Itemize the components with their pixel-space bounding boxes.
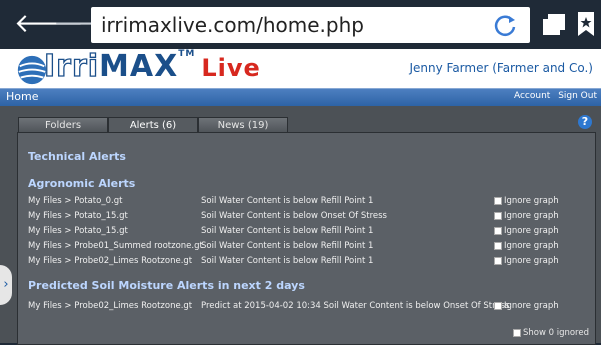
alert-row: My Files > Probe02_Limes Rootzone.gt Soi… bbox=[28, 256, 588, 270]
irrimax-live-logo: IrriMAXTM Live bbox=[43, 48, 261, 84]
ignore-graph-checkbox[interactable]: Ignore graph bbox=[494, 301, 559, 311]
agronomic-alerts-heading: Agronomic Alerts bbox=[28, 177, 136, 190]
alert-message: Soil Water Content is below Refill Point… bbox=[201, 196, 374, 206]
refresh-icon[interactable] bbox=[490, 10, 520, 40]
alert-file-link[interactable]: My Files > Probe01_Summed rootzone.gt bbox=[28, 241, 203, 251]
help-icon[interactable]: ? bbox=[578, 115, 592, 129]
alert-row: My Files > Potato_15.gt Soil Water Conte… bbox=[28, 226, 588, 240]
ignore-graph-label: Ignore graph bbox=[504, 241, 559, 251]
ignore-graph-checkbox[interactable]: Ignore graph bbox=[494, 196, 559, 206]
ignore-graph-checkbox[interactable]: Ignore graph bbox=[494, 241, 559, 251]
ignore-graph-checkbox[interactable]: Ignore graph bbox=[494, 256, 559, 266]
alert-row: My Files > Potato_15.gt Soil Water Conte… bbox=[28, 211, 588, 225]
ignore-graph-checkbox[interactable]: Ignore graph bbox=[494, 226, 559, 236]
alert-file-link[interactable]: My Files > Probe02_Limes Rootzone.gt bbox=[28, 301, 192, 311]
alert-row: My Files > Potato_0.gt Soil Water Conten… bbox=[28, 196, 588, 210]
technical-alerts-heading: Technical Alerts bbox=[28, 150, 126, 163]
alert-message: Soil Water Content is below Refill Point… bbox=[201, 256, 374, 266]
logo-live: Live bbox=[201, 54, 261, 82]
alert-row: My Files > Probe01_Summed rootzone.gt So… bbox=[28, 241, 588, 255]
home-link[interactable]: Home bbox=[6, 90, 38, 103]
alert-row: My Files > Probe02_Limes Rootzone.gt Pre… bbox=[28, 301, 588, 315]
alert-file-link[interactable]: My Files > Potato_0.gt bbox=[28, 196, 122, 206]
logo-max: MAX bbox=[99, 49, 179, 84]
back-arrow-icon[interactable]: 🡐 bbox=[14, 10, 84, 38]
account-link[interactable]: Account bbox=[514, 91, 550, 101]
alert-file-link[interactable]: My Files > Probe02_Limes Rootzone.gt bbox=[28, 256, 192, 266]
browser-toolbar: 🡐 🡒 irrimaxlive.com/home.php bbox=[0, 0, 601, 49]
address-bar[interactable]: irrimaxlive.com/home.php bbox=[91, 7, 530, 43]
bookmark-icon[interactable] bbox=[576, 10, 596, 38]
sign-out-link[interactable]: Sign Out bbox=[558, 91, 597, 101]
checkbox-icon[interactable] bbox=[494, 196, 502, 205]
ignore-graph-label: Ignore graph bbox=[504, 301, 559, 311]
user-name[interactable]: Jenny Farmer (Farmer and Co.) bbox=[409, 61, 593, 75]
side-drawer-chevron-icon[interactable]: › bbox=[0, 265, 12, 305]
menu-bar: Home Account Sign Out bbox=[0, 88, 601, 106]
tabs-icon[interactable] bbox=[540, 12, 568, 38]
show-ignored-label: Show 0 ignored bbox=[522, 328, 589, 338]
alerts-content: Technical Alerts Agronomic Alerts My Fil… bbox=[17, 132, 596, 345]
ignore-graph-label: Ignore graph bbox=[504, 226, 559, 236]
url-text[interactable]: irrimaxlive.com/home.php bbox=[101, 13, 364, 37]
forward-arrow-icon[interactable]: 🡒 bbox=[53, 10, 123, 38]
site-header: IrriMAXTM Live Jenny Farmer (Farmer and C… bbox=[0, 48, 601, 88]
alert-message: Predict at 2015-04-02 10:34 Soil Water C… bbox=[201, 301, 510, 311]
ignore-graph-checkbox[interactable]: Ignore graph bbox=[494, 211, 559, 221]
logo-irri: Irri bbox=[43, 48, 100, 84]
alert-message: Soil Water Content is below Refill Point… bbox=[201, 226, 374, 236]
show-ignored-checkbox[interactable]: Show 0 ignored bbox=[512, 328, 589, 338]
alert-message: Soil Water Content is below Onset Of Str… bbox=[201, 211, 387, 221]
predicted-alerts-heading: Predicted Soil Moisture Alerts in next 2… bbox=[28, 279, 305, 292]
ignore-graph-label: Ignore graph bbox=[504, 256, 559, 266]
alert-file-link[interactable]: My Files > Potato_15.gt bbox=[28, 211, 128, 221]
alert-file-link[interactable]: My Files > Potato_15.gt bbox=[28, 226, 128, 236]
checkbox-icon[interactable] bbox=[494, 226, 502, 235]
checkbox-icon[interactable] bbox=[494, 301, 502, 310]
checkbox-icon[interactable] bbox=[512, 328, 521, 337]
checkbox-icon[interactable] bbox=[494, 256, 502, 265]
checkbox-icon[interactable] bbox=[494, 211, 502, 220]
alerts-panel: Folders Alerts (6) News (19) ? Technical… bbox=[0, 106, 601, 345]
ignore-graph-label: Ignore graph bbox=[504, 211, 559, 221]
alert-message: Soil Water Content is below Refill Point… bbox=[201, 241, 374, 251]
logo-tm: TM bbox=[178, 49, 196, 59]
ignore-graph-label: Ignore graph bbox=[504, 196, 559, 206]
checkbox-icon[interactable] bbox=[494, 241, 502, 250]
